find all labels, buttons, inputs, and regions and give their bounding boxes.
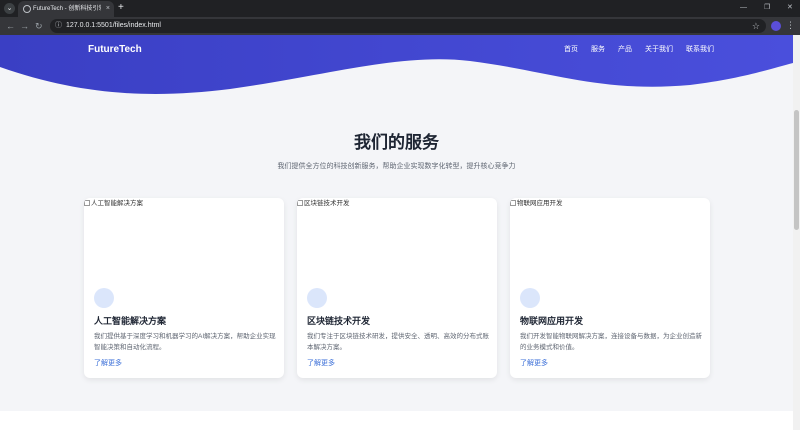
service-card-iot: 物联网应用开发 物联网应用开发 我们开发智能物联网解决方案，连接设备与数据，为企… bbox=[510, 198, 710, 378]
card-image-alt: 人工智能解决方案 bbox=[91, 200, 143, 207]
tab-search-icon[interactable]: ⌄ bbox=[4, 3, 15, 14]
card-image-alt: 物联网应用开发 bbox=[517, 200, 563, 207]
site-info-icon[interactable]: ⓘ bbox=[55, 21, 62, 31]
nav-item-services[interactable]: 服务 bbox=[591, 45, 605, 55]
close-window-icon[interactable]: ✕ bbox=[787, 3, 793, 13]
card-icon-circle bbox=[307, 288, 327, 308]
card-icon-circle bbox=[520, 288, 540, 308]
card-image-broken: 物联网应用开发 bbox=[510, 199, 563, 208]
bookmark-star-icon[interactable]: ☆ bbox=[752, 20, 760, 32]
broken-image-icon bbox=[510, 200, 516, 206]
page-scrollbar[interactable] bbox=[793, 35, 800, 430]
card-description: 我们开发智能物联网解决方案，连接设备与数据，为企业创造新的业务模式和价值。 bbox=[520, 333, 702, 351]
service-card-blockchain: 区块链技术开发 区块链技术开发 我们专注于区块链技术研发，提供安全、透明、高效的… bbox=[297, 198, 497, 378]
tab-close-icon[interactable]: × bbox=[106, 4, 110, 14]
address-bar[interactable]: ⓘ 127.0.0.1:5501/files/index.html ☆ bbox=[50, 19, 766, 33]
scrollbar-thumb[interactable] bbox=[794, 110, 799, 230]
nav-item-home[interactable]: 首页 bbox=[564, 45, 578, 55]
card-image-alt: 区块链技术开发 bbox=[304, 200, 350, 207]
card-description: 我们提供基于深度学习和机器学习的AI解决方案，帮助企业实现智能决策和自动化流程。 bbox=[94, 333, 276, 351]
forward-icon[interactable]: → bbox=[20, 20, 29, 32]
nav-item-contact[interactable]: 联系我们 bbox=[686, 45, 714, 55]
broken-image-icon bbox=[84, 200, 90, 206]
next-section-edge bbox=[0, 411, 793, 430]
browser-tab[interactable]: FutureTech - 创新科技引领未来 × bbox=[18, 1, 114, 17]
card-title: 人工智能解决方案 bbox=[94, 316, 167, 326]
broken-image-icon bbox=[297, 200, 303, 206]
card-title: 物联网应用开发 bbox=[520, 316, 584, 326]
minimize-icon[interactable]: — bbox=[740, 3, 747, 13]
back-icon[interactable]: ← bbox=[6, 20, 15, 32]
service-card-ai: 人工智能解决方案 人工智能解决方案 我们提供基于深度学习和机器学习的AI解决方案… bbox=[84, 198, 284, 378]
restore-icon[interactable]: ❐ bbox=[764, 3, 770, 13]
browser-tabbar: ⌄ FutureTech - 创新科技引领未来 × + — ❐ ✕ bbox=[0, 0, 800, 17]
new-tab-button[interactable]: + bbox=[118, 2, 124, 14]
tab-title: FutureTech - 创新科技引领未来 bbox=[33, 6, 101, 12]
card-description: 我们专注于区块链技术研发，提供安全、透明、高效的分布式账本解决方案。 bbox=[307, 333, 489, 351]
nav-item-about[interactable]: 关于我们 bbox=[645, 45, 673, 55]
services-title: 我们的服务 bbox=[354, 133, 439, 152]
learn-more-link[interactable]: 了解更多 bbox=[307, 359, 335, 369]
card-title: 区块链技术开发 bbox=[307, 316, 371, 326]
card-image-broken: 区块链技术开发 bbox=[297, 199, 350, 208]
learn-more-link[interactable]: 了解更多 bbox=[520, 359, 548, 369]
browser-menu-icon[interactable]: ⋮ bbox=[786, 19, 795, 31]
card-icon-circle bbox=[94, 288, 114, 308]
hero-header: FutureTech 首页 服务 产品 关于我们 联系我们 bbox=[0, 35, 793, 97]
main-nav: 首页 服务 产品 关于我们 联系我们 bbox=[564, 45, 714, 55]
reload-icon[interactable]: ↻ bbox=[35, 20, 43, 32]
profile-avatar[interactable] bbox=[771, 21, 781, 31]
page-viewport: FutureTech 首页 服务 产品 关于我们 联系我们 我们的服务 我们提供… bbox=[0, 35, 793, 430]
services-subtitle: 我们提供全方位的科技创新服务，帮助企业实现数字化转型，提升核心竞争力 bbox=[277, 163, 516, 170]
url-text[interactable]: 127.0.0.1:5501/files/index.html bbox=[66, 21, 161, 31]
globe-icon bbox=[23, 5, 31, 13]
browser-toolbar: ← → ↻ ⓘ 127.0.0.1:5501/files/index.html … bbox=[0, 17, 800, 35]
nav-item-products[interactable]: 产品 bbox=[618, 45, 632, 55]
brand-logo[interactable]: FutureTech bbox=[88, 44, 142, 56]
card-image-broken: 人工智能解决方案 bbox=[84, 199, 143, 208]
learn-more-link[interactable]: 了解更多 bbox=[94, 359, 122, 369]
